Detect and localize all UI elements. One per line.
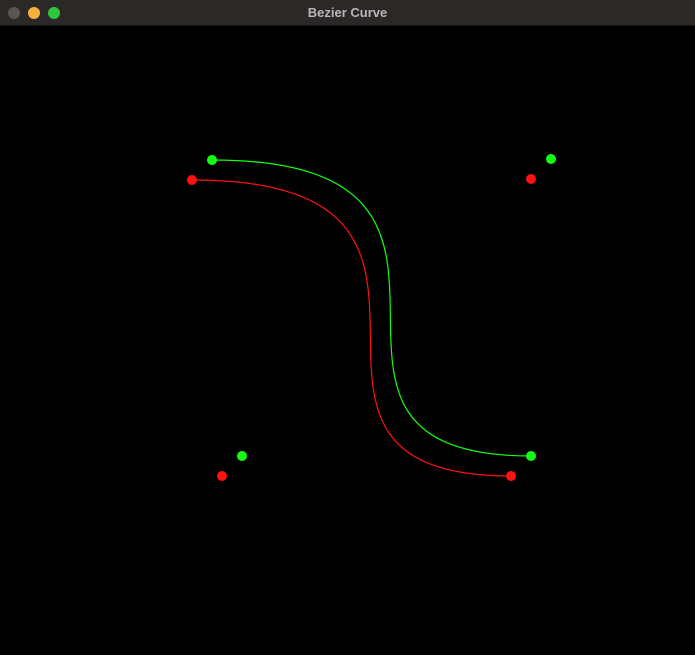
green-control-point-start[interactable]: [207, 155, 217, 165]
green-control-point-end[interactable]: [526, 451, 536, 461]
green-control-point-handle-2[interactable]: [237, 451, 247, 461]
bezier-canvas[interactable]: [1, 27, 694, 654]
red-control-point-handle-2[interactable]: [217, 471, 227, 481]
red-control-point-handle-1[interactable]: [526, 174, 536, 184]
window-title: Bezier Curve: [307, 5, 388, 20]
title-bar[interactable]: Bezier Curve: [0, 0, 695, 26]
red-control-point-start[interactable]: [187, 175, 197, 185]
green-control-point-handle-1[interactable]: [546, 154, 556, 164]
app-window: Bezier Curve: [0, 0, 695, 655]
red-bezier-curve: [191, 179, 512, 477]
drawing-canvas[interactable]: [1, 27, 694, 654]
red-control-point-end[interactable]: [506, 471, 516, 481]
green-bezier-curve: [211, 159, 532, 457]
